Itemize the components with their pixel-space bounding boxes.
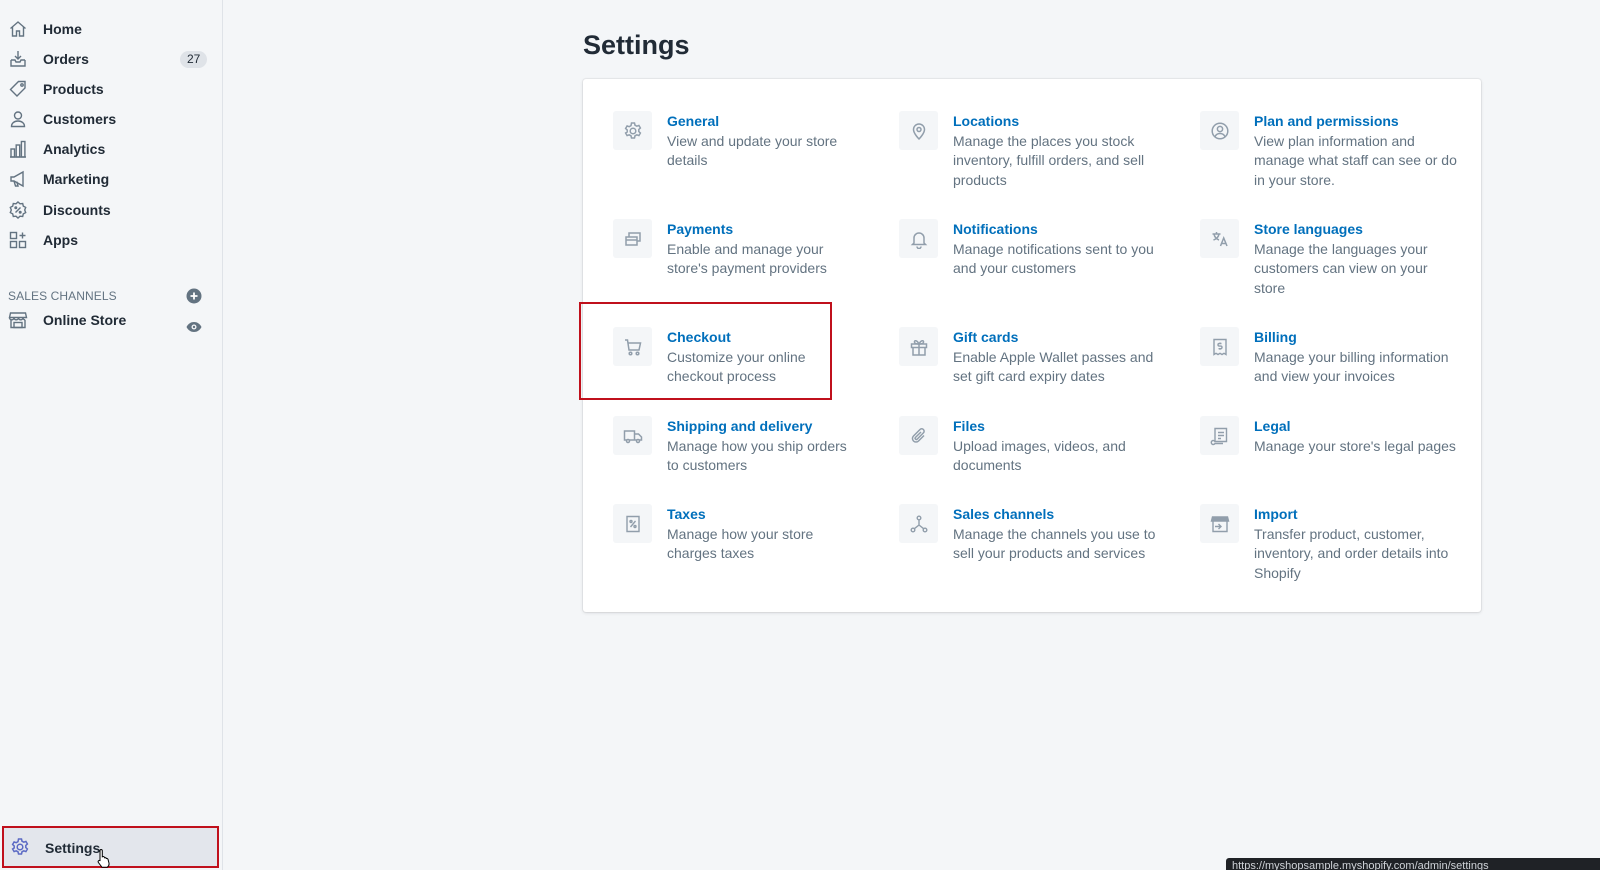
nav-item-analytics[interactable]: Analytics — [0, 134, 223, 164]
settings-tile-gift-cards[interactable]: Gift cards Enable Apple Wallet passes an… — [899, 327, 1159, 387]
settings-tile-import[interactable]: Import Transfer product, customer, inven… — [1200, 504, 1460, 584]
tile-description: Manage how you ship orders to customers — [667, 438, 847, 474]
tile-description: Manage how your store charges taxes — [667, 526, 814, 562]
tile-description: Manage the places you stock inventory, f… — [953, 133, 1145, 188]
orders-icon — [8, 49, 28, 69]
page-title: Settings — [583, 30, 690, 60]
user-circle-icon — [1200, 111, 1239, 150]
orders-count-badge: 27 — [180, 51, 208, 68]
settings-tile-notifications[interactable]: Notifications Manage notifications sent … — [899, 219, 1159, 299]
tile-description: Transfer product, customer, inventory, a… — [1254, 526, 1449, 581]
import-icon — [1200, 504, 1239, 543]
tile-description: Upload images, videos, and documents — [953, 438, 1126, 474]
settings-tile-locations[interactable]: Locations Manage the places you stock in… — [899, 111, 1159, 191]
nav-label: Discounts — [43, 202, 111, 218]
tile-description: Enable Apple Wallet passes and set gift … — [953, 349, 1154, 385]
tile-title[interactable]: Gift cards — [953, 329, 1018, 345]
tile-title[interactable]: Billing — [1254, 329, 1297, 345]
tile-title[interactable]: Shipping and delivery — [667, 418, 812, 434]
nav-label: Customers — [43, 111, 117, 127]
nav-label: Home — [43, 21, 82, 37]
translate-icon — [1200, 219, 1239, 258]
settings-tile-sales-channels[interactable]: Sales channels Manage the channels you u… — [899, 504, 1159, 564]
nav-item-orders[interactable]: Orders 27 — [0, 44, 223, 74]
nav-label: Analytics — [43, 141, 106, 157]
paperclip-icon — [899, 416, 938, 455]
tile-description: View plan information and manage what st… — [1254, 133, 1457, 188]
settings-tile-general[interactable]: General View and update your store detai… — [613, 111, 853, 191]
tile-title[interactable]: Import — [1254, 506, 1298, 522]
gift-icon — [899, 327, 938, 366]
tile-title[interactable]: Legal — [1254, 418, 1291, 434]
products-tag-icon — [8, 79, 28, 99]
tile-description: Enable and manage your store's payment p… — [667, 241, 827, 277]
nav-item-discounts[interactable]: Discounts — [0, 195, 223, 225]
nav-item-apps[interactable]: Apps — [0, 225, 223, 255]
tile-description: Manage your billing information and view… — [1254, 349, 1449, 385]
add-sales-channel-icon[interactable] — [186, 288, 202, 304]
store-icon — [8, 310, 28, 330]
settings-tile-store-languages[interactable]: Store languages Manage the languages you… — [1200, 219, 1460, 299]
nav-label: Orders — [43, 51, 89, 67]
nav-label: Online Store — [43, 312, 127, 328]
tax-icon — [613, 504, 652, 543]
nav-label: Apps — [43, 232, 78, 248]
tile-title[interactable]: Locations — [953, 113, 1019, 129]
settings-tile-shipping-and-delivery[interactable]: Shipping and delivery Manage how you shi… — [613, 416, 853, 476]
tile-title[interactable]: General — [667, 113, 719, 129]
view-online-store-eye-icon[interactable] — [186, 319, 202, 335]
nav-item-marketing[interactable]: Marketing — [0, 164, 223, 194]
tile-title[interactable]: Payments — [667, 221, 733, 237]
nav-label: Marketing — [43, 171, 110, 187]
tile-description: View and update your store details — [667, 133, 838, 169]
gear-icon — [613, 111, 652, 150]
payments-icon — [613, 219, 652, 258]
tile-title[interactable]: Files — [953, 418, 985, 434]
tile-description: Manage your store's legal pages — [1254, 438, 1456, 454]
nav-item-home[interactable]: Home — [0, 14, 223, 44]
apps-grid-icon — [8, 230, 28, 250]
settings-tile-billing[interactable]: Billing Manage your billing information … — [1200, 327, 1460, 387]
billing-receipt-icon — [1200, 327, 1239, 366]
bell-icon — [899, 219, 938, 258]
checkout-highlight-box — [579, 302, 832, 400]
settings-tile-taxes[interactable]: Taxes Manage how your store charges taxe… — [613, 504, 853, 564]
status-bar-url: https://myshopsample.myshopify.com/admin… — [1226, 858, 1600, 870]
customers-person-icon — [8, 109, 28, 129]
tile-title[interactable]: Taxes — [667, 506, 706, 522]
settings-tile-legal[interactable]: Legal Manage your store's legal pages — [1200, 416, 1460, 476]
channels-icon — [899, 504, 938, 543]
tile-title[interactable]: Store languages — [1254, 221, 1363, 237]
tile-title[interactable]: Plan and permissions — [1254, 113, 1399, 129]
legal-document-icon — [1200, 416, 1239, 455]
tile-title[interactable]: Notifications — [953, 221, 1038, 237]
tile-description: Manage notifications sent to you and you… — [953, 241, 1154, 277]
nav-item-customers[interactable]: Customers — [0, 104, 223, 134]
sales-channels-heading: SALES CHANNELS — [8, 289, 117, 303]
nav-label: Settings — [45, 840, 101, 856]
settings-tile-plan-and-permissions[interactable]: Plan and permissions View plan informati… — [1200, 111, 1460, 191]
settings-tile-files[interactable]: Files Upload images, videos, and documen… — [899, 416, 1159, 476]
tile-description: Manage the languages your customers can … — [1254, 241, 1428, 296]
tile-title[interactable]: Sales channels — [953, 506, 1054, 522]
home-icon — [8, 19, 28, 39]
discounts-icon — [8, 200, 28, 220]
truck-icon — [613, 416, 652, 455]
hand-cursor-icon — [97, 848, 111, 868]
sidebar: Home Orders 27 Products Customers Analyt… — [0, 0, 223, 870]
analytics-bar-icon — [8, 139, 28, 159]
marketing-megaphone-icon — [8, 169, 28, 189]
nav-item-products[interactable]: Products — [0, 74, 223, 104]
tile-description: Manage the channels you use to sell your… — [953, 526, 1156, 562]
nav-label: Products — [43, 81, 104, 97]
location-pin-icon — [899, 111, 938, 150]
gear-icon — [10, 837, 30, 857]
settings-tile-payments[interactable]: Payments Enable and manage your store's … — [613, 219, 853, 299]
